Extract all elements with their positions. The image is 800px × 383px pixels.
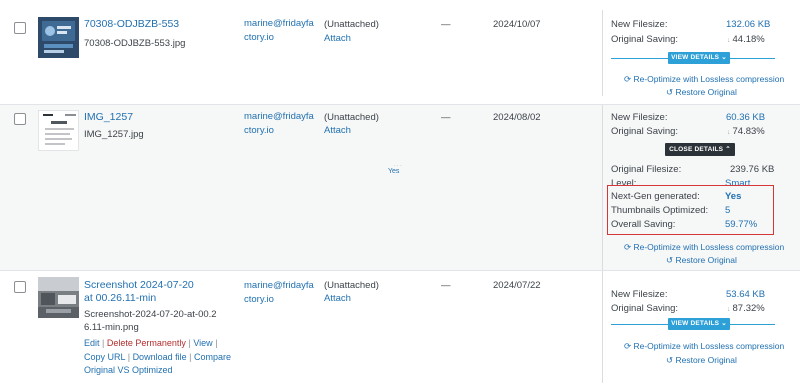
- compare-original-link[interactable]: Original VS Optimized: [84, 365, 173, 375]
- row-checkbox[interactable]: [14, 22, 26, 34]
- view-link[interactable]: View: [193, 338, 212, 348]
- dash-placeholder: —: [441, 19, 451, 30]
- row-checkbox[interactable]: [14, 281, 26, 293]
- saving-icon: ↓: [727, 37, 731, 44]
- attach-link[interactable]: Attach: [324, 293, 351, 304]
- reoptimize-link[interactable]: ⟳ Re-Optimize with Lossless compression: [624, 341, 784, 352]
- upload-date: 2024/07/22: [493, 280, 541, 291]
- copy-url-link[interactable]: Copy URL: [84, 352, 125, 362]
- edit-link[interactable]: Edit: [84, 338, 100, 348]
- original-filesize-value: 239.76 KB: [730, 164, 775, 175]
- dash-placeholder: —: [441, 112, 451, 123]
- restore-original-link[interactable]: ↺ Restore Original: [666, 255, 737, 266]
- highlight-box: [607, 185, 774, 235]
- view-details-button[interactable]: VIEW DETAILS ⌄: [668, 52, 730, 64]
- separator: |: [102, 338, 105, 348]
- attach-link[interactable]: Attach: [324, 33, 351, 44]
- restore-original-link[interactable]: ↺ Restore Original: [666, 355, 737, 366]
- download-file-link[interactable]: Download file: [133, 352, 187, 362]
- row-actions: Edit | Delete Permanently | View | Copy …: [84, 337, 244, 378]
- media-title-link[interactable]: 70308-ODJBZB-553: [84, 18, 179, 31]
- table-row: 70308-ODJBZB-553 70308-ODJBZB-553.jpg ma…: [0, 0, 800, 104]
- reoptimize-link[interactable]: ⟳ Re-Optimize with Lossless compression: [624, 242, 784, 253]
- table-row: Screenshot 2024-07-20 at 00.26.11-min Sc…: [0, 270, 800, 383]
- original-saving-value: ↓ 87.32%: [727, 303, 765, 314]
- media-filename: IMG_1257.jpg: [84, 129, 144, 140]
- original-saving-label: Original Saving:: [611, 303, 679, 314]
- new-filesize-label: New Filesize:: [611, 19, 668, 30]
- attached-status: (Unattached): [324, 19, 379, 30]
- original-saving-value: ↓ 44.18%: [727, 34, 765, 45]
- thumbnail-image[interactable]: [38, 110, 79, 151]
- column-divider: [602, 105, 603, 271]
- reoptimize-link[interactable]: ⟳ Re-Optimize with Lossless compression: [624, 74, 784, 85]
- media-filename: Screenshot-2024-07-20-at-00.26.11-min.pn…: [84, 309, 217, 333]
- new-filesize-value: 60.36 KB: [726, 112, 766, 123]
- original-saving-label: Original Saving:: [611, 34, 679, 45]
- restore-original-link[interactable]: ↺ Restore Original: [666, 87, 737, 98]
- media-title-link[interactable]: IMG_1257: [84, 111, 133, 124]
- close-details-button[interactable]: CLOSE DETAILS ⌃: [665, 143, 735, 156]
- new-filesize-value: 132.06 KB: [726, 19, 771, 30]
- nextgen-column-value: Yes: [388, 168, 400, 175]
- media-title-link[interactable]: Screenshot 2024-07-20 at 00.26.11-min: [84, 279, 194, 305]
- chevron-down-icon: ⌄: [721, 54, 727, 61]
- dash-placeholder: —: [441, 280, 451, 291]
- author-link[interactable]: marine@fridayfactory.io: [244, 17, 314, 45]
- saving-icon: ↓: [727, 306, 731, 313]
- original-saving-label: Original Saving:: [611, 126, 679, 137]
- thumbnail-image[interactable]: [38, 17, 79, 58]
- separator: |: [215, 338, 218, 348]
- column-divider: [602, 271, 603, 383]
- thumbnail-image[interactable]: [38, 277, 79, 318]
- new-filesize-label: New Filesize:: [611, 112, 668, 123]
- separator: |: [188, 338, 191, 348]
- attached-status: (Unattached): [324, 280, 379, 291]
- original-saving-value: ↓ 74.83%: [727, 126, 765, 137]
- column-divider: [602, 10, 603, 96]
- attached-status: (Unattached): [324, 112, 379, 123]
- saving-icon: ↓: [727, 129, 731, 136]
- chevron-down-icon: ⌄: [721, 320, 727, 327]
- media-filename: 70308-ODJBZB-553.jpg: [84, 38, 186, 49]
- row-checkbox[interactable]: [14, 113, 26, 125]
- new-filesize-label: New Filesize:: [611, 289, 668, 300]
- author-link[interactable]: marine@fridayfactory.io: [244, 279, 314, 307]
- delete-permanently-link[interactable]: Delete Permanently: [107, 338, 186, 348]
- chevron-up-icon: ⌃: [725, 146, 731, 153]
- upload-date: 2024/08/02: [493, 112, 541, 123]
- new-filesize-value: 53.64 KB: [726, 289, 766, 300]
- view-details-button[interactable]: VIEW DETAILS ⌄: [668, 318, 730, 330]
- attach-link[interactable]: Attach: [324, 125, 351, 136]
- author-link[interactable]: marine@fridayfactory.io: [244, 110, 314, 138]
- compare-link[interactable]: Compare: [194, 352, 231, 362]
- original-filesize-label: Original Filesize:: [611, 164, 682, 175]
- upload-date: 2024/10/07: [493, 19, 541, 30]
- separator: |: [127, 351, 131, 362]
- separator: |: [189, 351, 192, 362]
